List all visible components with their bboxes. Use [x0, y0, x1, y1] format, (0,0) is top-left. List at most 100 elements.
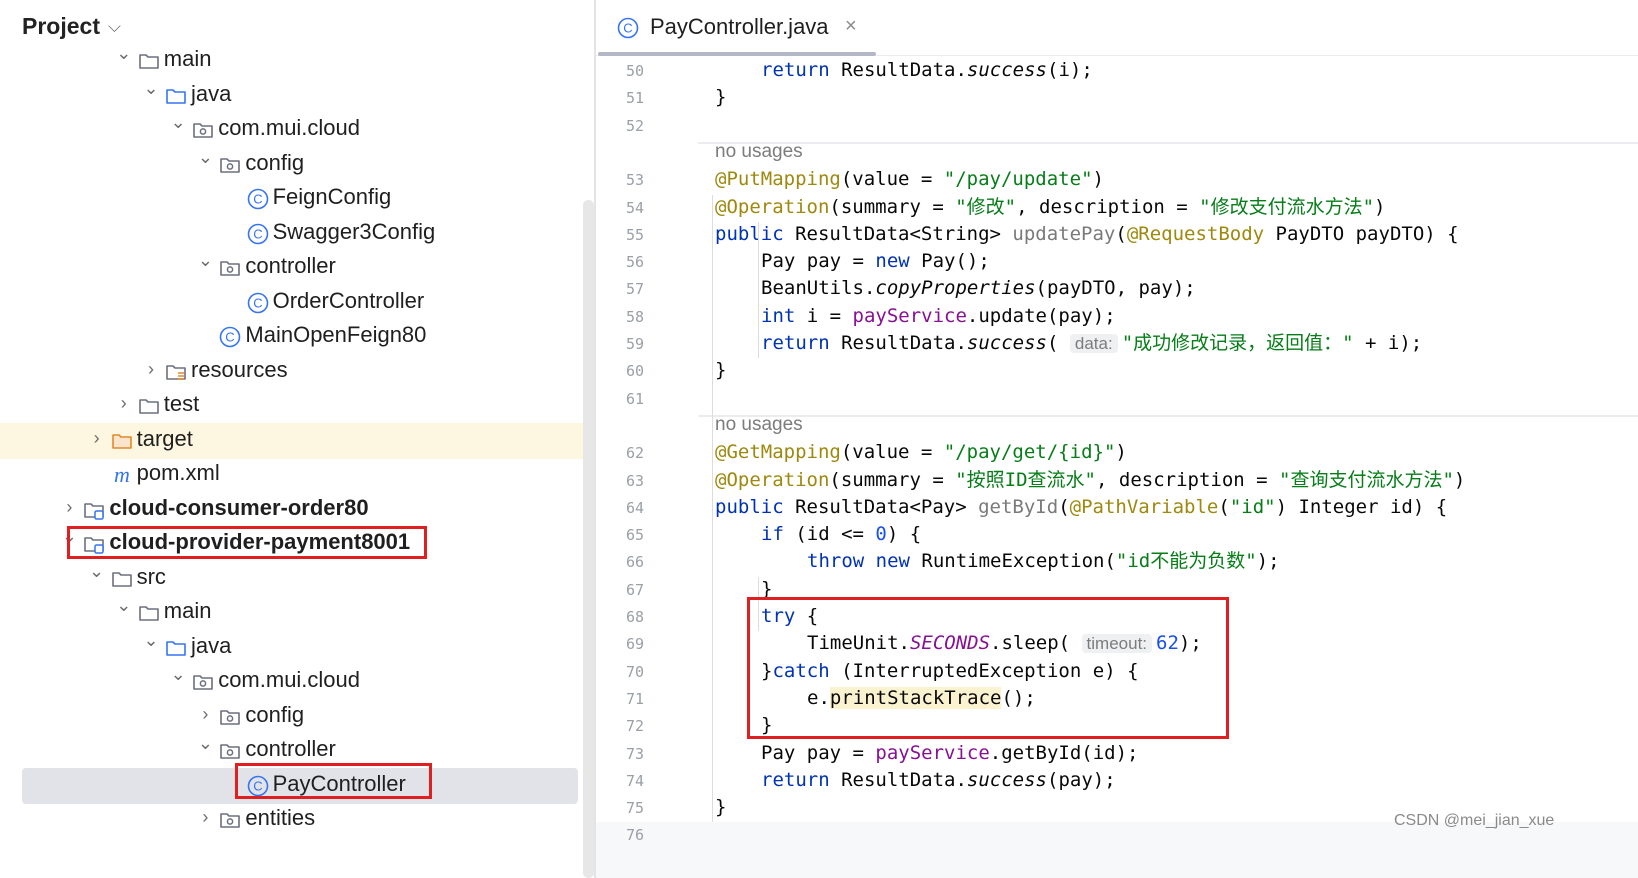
code-line[interactable]: @Operation(summary = "按照ID查流水", descript… [715, 466, 1465, 494]
indent-guide [758, 221, 759, 359]
line-number: 63 [625, 471, 644, 490]
code-line[interactable]: throw new RuntimeException("id不能为负数"); [807, 547, 1280, 575]
code-line[interactable]: } [715, 83, 726, 111]
code-line[interactable]: public ResultData<String> updatePay(@Req… [715, 220, 1459, 248]
tree-item-swagger3config[interactable]: C Swagger3Config [0, 216, 590, 252]
code-line[interactable]: return ResultData.success(pay); [761, 766, 1116, 794]
tree-item-src[interactable]: ⌄ src [0, 561, 590, 597]
chevron-down-icon[interactable]: ⌄ [114, 43, 134, 64]
code-line[interactable]: } [715, 356, 726, 384]
tree-item-config[interactable]: › config [0, 699, 590, 735]
tree-item-java[interactable]: ⌄ java [0, 630, 590, 666]
line-number: 75 [625, 799, 644, 818]
code-token: ( [1058, 495, 1070, 518]
code-line[interactable]: BeanUtils.copyProperties(payDTO, pay); [761, 274, 1196, 302]
tab-paycontroller[interactable]: C PayController.java × [598, 0, 876, 56]
code-token: + i); [1353, 332, 1423, 354]
code-line[interactable]: public ResultData<Pay> getById(@PathVari… [715, 493, 1447, 521]
chevron-right-icon[interactable]: › [59, 497, 79, 518]
chevron-down-icon[interactable]: ⌄ [195, 147, 215, 168]
chevron-down-icon[interactable]: ⌄ [141, 630, 161, 651]
code-line[interactable]: Pay pay = new Pay(); [761, 247, 990, 275]
tree-item-ordercontroller[interactable]: C OrderController [0, 285, 590, 321]
code-token: (pay); [1047, 768, 1116, 791]
code-token: success [966, 59, 1047, 81]
code-line[interactable]: return ResultData.success(i); [761, 56, 1093, 84]
no-usages-hint[interactable]: no usages [715, 141, 803, 163]
chevron-right-icon[interactable]: › [141, 359, 161, 380]
chevron-right-icon[interactable]: › [195, 704, 215, 725]
code-token: if [761, 523, 784, 546]
chevron-down-icon[interactable]: ⌄ [195, 733, 215, 754]
tree-item-resources[interactable]: › resources [0, 354, 590, 390]
line-number: 62 [625, 444, 644, 463]
code-token: new [875, 550, 910, 573]
code-token: (value = [840, 441, 944, 464]
code-line[interactable]: Pay pay = payService.getById(id); [761, 739, 1139, 767]
tree-item-label: java [191, 632, 232, 658]
code-token: "id不能为负数" [1115, 550, 1257, 573]
package-icon [220, 744, 241, 759]
code-token: ResultData<Pay> [783, 495, 979, 518]
tree-item-main[interactable]: ⌄ main [0, 43, 590, 79]
java-class-icon: C [247, 292, 268, 313]
tree-item-entities[interactable]: › entities [0, 802, 590, 838]
code-line[interactable]: return ResultData.success( data: "成功修改记录，… [761, 329, 1422, 357]
tree-item-pom-xml[interactable]: m pom.xml [0, 457, 590, 493]
parameter-hint: data: [1069, 334, 1118, 353]
tree-item-label: com.mui.cloud [218, 667, 361, 692]
line-number: 53 [625, 171, 644, 190]
tree-item-cloud-consumer-order80[interactable]: › cloud-consumer-order80 [0, 492, 590, 528]
no-usages-hint[interactable]: no usages [715, 414, 803, 436]
code-line[interactable]: @Operation(summary = "修改", description =… [715, 193, 1386, 221]
code-token: return [761, 59, 830, 81]
tree-item-java[interactable]: ⌄ java [0, 78, 590, 114]
code-line[interactable]: } [715, 793, 726, 821]
tree-item-label: OrderController [272, 287, 425, 313]
java-class-icon: C [220, 326, 241, 348]
chevron-down-icon[interactable]: ⌄ [114, 595, 134, 616]
tree-item-label: com.mui.cloud [218, 115, 361, 140]
code-line[interactable]: int i = payService.update(pay); [761, 302, 1116, 330]
chevron-down-icon[interactable]: ⌄ [168, 112, 188, 133]
code-line[interactable]: @GetMapping(value = "/pay/get/{id}") [715, 438, 1127, 466]
code-token: ResultData. [829, 332, 967, 354]
tree-item-label: cloud-consumer-order80 [109, 494, 369, 520]
code-line[interactable]: if (id <= 0) { [761, 520, 921, 548]
line-number: 59 [625, 335, 644, 353]
tree-item-label: main [163, 46, 212, 71]
maven-icon: m [114, 463, 130, 487]
tree-scrollbar[interactable] [583, 200, 594, 878]
chevron-right-icon[interactable]: › [195, 807, 215, 828]
project-panel-title[interactable]: Project [22, 13, 100, 40]
tree-item-com-mui-cloud[interactable]: ⌄ com.mui.cloud [0, 112, 590, 148]
code-token: BeanUtils. [761, 277, 876, 300]
chevron-down-icon[interactable]: ⌄ [168, 664, 188, 685]
code-line[interactable]: @PutMapping(value = "/pay/update") [715, 165, 1104, 193]
tree-item-config[interactable]: ⌄ config [0, 147, 590, 183]
tree-item-main[interactable]: ⌄ main [0, 595, 590, 631]
code-area[interactable]: 50 return ResultData.success(i); 51} 52 no u… [596, 56, 1638, 878]
tree-item-controller[interactable]: ⌄ controller [0, 250, 590, 286]
svg-text:C: C [253, 192, 262, 207]
chevron-down-icon[interactable]: ⌄ [87, 561, 107, 582]
code-token: "id" [1229, 495, 1276, 518]
code-token: new [875, 250, 910, 273]
folder-icon [138, 606, 159, 621]
code-token: updatePay [1012, 222, 1116, 245]
code-token: payService [852, 304, 967, 327]
chevron-down-icon[interactable]: ⌵ [108, 17, 121, 37]
tree-item-mainopenfeign80[interactable]: C MainOpenFeign80 [0, 319, 590, 355]
tree-item-feignconfig[interactable]: C FeignConfig [0, 181, 590, 217]
tree-item-target[interactable]: › target [0, 422, 590, 459]
chevron-right-icon[interactable]: › [87, 428, 107, 449]
tree-item-com-mui-cloud[interactable]: ⌄ com.mui.cloud [0, 664, 590, 700]
chevron-down-icon[interactable]: ⌄ [141, 78, 161, 99]
chevron-right-icon[interactable]: › [114, 393, 134, 414]
highlight-box-module [67, 526, 427, 559]
chevron-down-icon[interactable]: ⌄ [195, 250, 215, 271]
line-number: 71 [625, 689, 644, 708]
line-number: 54 [625, 198, 644, 217]
close-icon[interactable]: × [845, 15, 857, 38]
tree-item-test[interactable]: › test [0, 388, 590, 424]
